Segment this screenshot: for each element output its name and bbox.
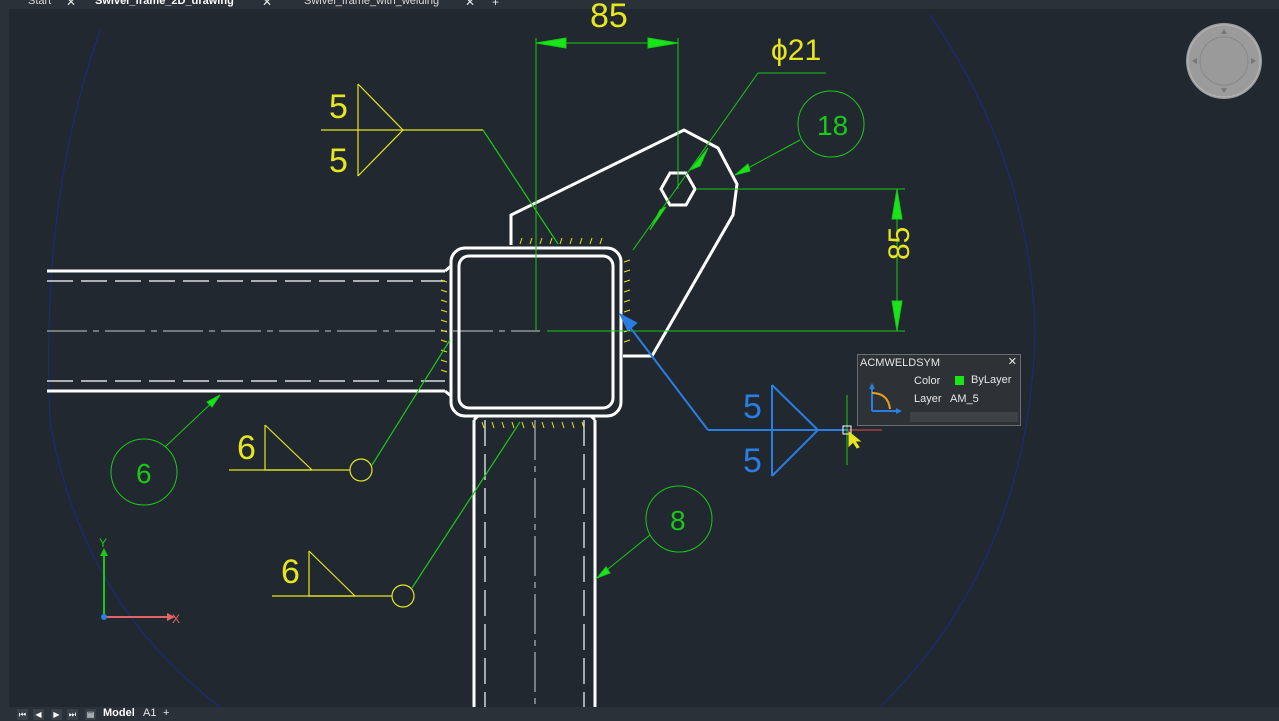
- balloon-6-text: 6: [136, 458, 152, 489]
- weld-symbol-left-1: [229, 339, 451, 482]
- dimension-top-text: 85: [590, 0, 628, 35]
- weld-blue-size-b: 5: [743, 442, 762, 480]
- navigation-viewcube[interactable]: [1186, 23, 1262, 99]
- tooltip-title: ACMWELDSYM: [860, 357, 941, 369]
- dimension-top: [535, 37, 679, 49]
- horizontal-tube: [47, 269, 540, 393]
- corner-block: [444, 246, 623, 422]
- ucs-x-label: X: [172, 612, 180, 626]
- weld-top-size-a: 5: [329, 88, 348, 126]
- next-layout-icon[interactable]: ▶: [51, 709, 62, 720]
- close-icon[interactable]: ✕: [1008, 355, 1017, 368]
- properties-tooltip: ACMWELDSYM ✕ Color ByLayer Layer AM_5: [857, 354, 1021, 426]
- weld-blue-size-a: 5: [743, 388, 762, 426]
- previous-layout-icon[interactable]: ◀: [33, 709, 44, 720]
- ucs-y-label: Y: [99, 536, 107, 550]
- weld-left-1-size: 6: [237, 429, 256, 467]
- diameter-text: ϕ21: [771, 34, 821, 67]
- dimension-right-text: 85: [883, 227, 916, 260]
- vertical-tube: [472, 420, 597, 707]
- color-swatch: [955, 376, 964, 385]
- weld-symbol-top: [321, 83, 559, 245]
- tooltip-color-value: ByLayer: [971, 374, 1012, 386]
- viewcube-compass-icon: [1187, 24, 1261, 98]
- balloon-18-text: 18: [817, 110, 848, 141]
- tooltip-layer-value: AM_5: [950, 393, 979, 405]
- weld-left-2-size: 6: [281, 553, 300, 591]
- tooltip-layer-label: Layer: [914, 393, 942, 405]
- add-layout-button[interactable]: +: [163, 707, 169, 719]
- balloon-8-text: 8: [670, 505, 686, 536]
- tooltip-footer: [910, 412, 1018, 422]
- layout-tab-bar: [0, 707, 1279, 721]
- balloon-leaders: [110, 90, 865, 580]
- weld-symbol-left-2: [272, 421, 521, 608]
- weld-top-size-b: 5: [329, 142, 348, 180]
- ucs-icon: [100, 548, 175, 621]
- center-lines: [535, 38, 905, 332]
- tooltip-color-label: Color: [914, 375, 941, 387]
- layout-menu-icon[interactable]: ▤: [85, 709, 96, 720]
- weld-symbol-icon: [869, 383, 902, 414]
- first-layout-icon[interactable]: ⏮: [17, 709, 28, 720]
- last-layout-icon[interactable]: ⏭: [67, 709, 78, 720]
- tab-a1[interactable]: A1: [143, 707, 156, 719]
- cad-drawing: 85 ϕ21 85 18 6 8 5 5 6 6 5 5 Y X: [47, 0, 1036, 708]
- tab-model[interactable]: Model: [103, 707, 135, 719]
